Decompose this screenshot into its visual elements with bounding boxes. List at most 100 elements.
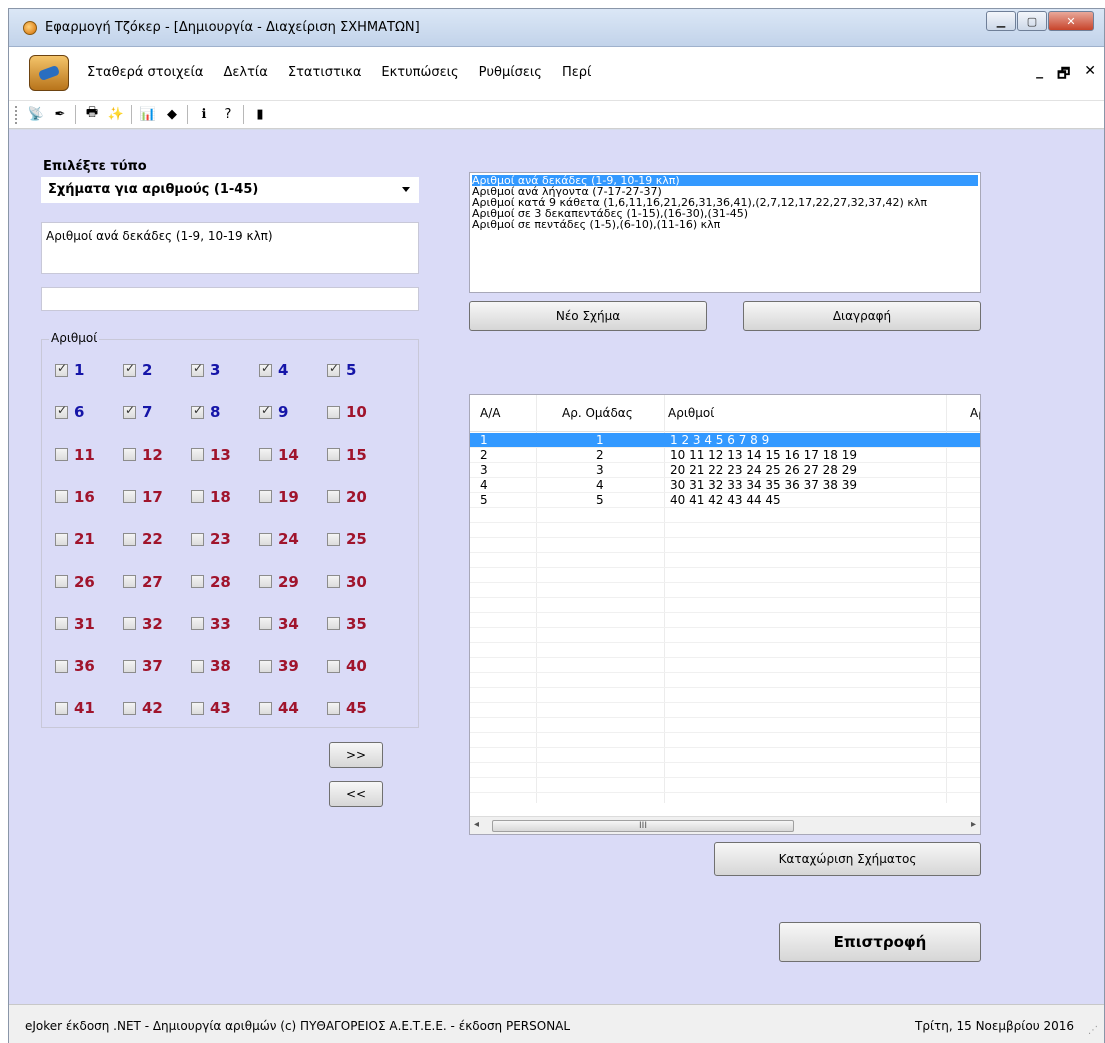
number-checkbox-25[interactable]: 25 (327, 530, 367, 548)
exit-door-icon[interactable]: ▮ (251, 105, 269, 123)
cube-icon[interactable]: ◆ (163, 105, 181, 123)
description-field[interactable]: Αριθμοί ανά δεκάδες (1-9, 10-19 κλπ) (41, 222, 419, 274)
checkbox-box[interactable] (55, 659, 68, 673)
checkbox-box[interactable] (259, 659, 272, 673)
save-shape-button[interactable]: Καταχώριση Σχήματος (714, 842, 981, 876)
table-row-empty[interactable] (470, 718, 980, 733)
table-row-empty[interactable] (470, 628, 980, 643)
checkbox-box[interactable] (191, 361, 204, 377)
number-checkbox-22[interactable]: 22 (123, 530, 163, 548)
shape-list-item[interactable]: Αριθμοί σε πεντάδες (1-5),(6-10),(11-16)… (472, 219, 978, 230)
number-checkbox-19[interactable]: 19 (259, 488, 299, 506)
column-header-extra[interactable]: Αρ (970, 406, 980, 420)
number-checkbox-43[interactable]: 43 (191, 699, 231, 717)
table-row-empty[interactable] (470, 733, 980, 748)
number-checkbox-41[interactable]: 41 (55, 699, 95, 717)
table-row[interactable]: 1 1 1 2 3 4 5 6 7 8 9 (470, 433, 980, 448)
checkbox-box[interactable] (55, 532, 68, 546)
number-checkbox-39[interactable]: 39 (259, 657, 299, 675)
checkbox-box[interactable] (191, 617, 204, 631)
number-checkbox-5[interactable]: 5 (327, 361, 356, 379)
number-checkbox-17[interactable]: 17 (123, 488, 163, 506)
table-row-empty[interactable] (470, 643, 980, 658)
checkbox-box[interactable] (191, 532, 204, 546)
number-checkbox-3[interactable]: 3 (191, 361, 220, 379)
checkbox-box[interactable] (259, 361, 272, 377)
checkbox-box[interactable] (327, 532, 340, 546)
checkbox-box[interactable] (123, 617, 136, 631)
checkbox-box[interactable] (123, 361, 136, 377)
number-checkbox-32[interactable]: 32 (123, 615, 163, 633)
scroll-right-icon[interactable]: ▸ (971, 819, 976, 830)
number-checkbox-45[interactable]: 45 (327, 699, 367, 717)
column-header-aa[interactable]: Α/Α (480, 406, 500, 420)
resize-grip-icon[interactable]: ⋰ (1088, 1025, 1098, 1036)
checkbox-box[interactable] (123, 659, 136, 673)
table-row-empty[interactable] (470, 688, 980, 703)
number-checkbox-15[interactable]: 15 (327, 446, 367, 464)
number-checkbox-23[interactable]: 23 (191, 530, 231, 548)
number-checkbox-2[interactable]: 2 (123, 361, 152, 379)
checkbox-box[interactable] (123, 403, 136, 419)
mdi-close-icon[interactable]: ✕ (1084, 63, 1096, 87)
delete-shape-button[interactable]: Διαγραφή (743, 301, 981, 331)
number-checkbox-40[interactable]: 40 (327, 657, 367, 675)
number-checkbox-21[interactable]: 21 (55, 530, 95, 548)
table-row-empty[interactable] (470, 658, 980, 673)
number-checkbox-30[interactable]: 30 (327, 573, 367, 591)
maximize-button[interactable]: ▢ (1017, 11, 1047, 31)
pen-icon[interactable]: ✒ (51, 105, 69, 123)
number-checkbox-28[interactable]: 28 (191, 573, 231, 591)
menu-item-about[interactable]: Περί (562, 65, 591, 80)
number-checkbox-37[interactable]: 37 (123, 657, 163, 675)
checkbox-box[interactable] (259, 701, 272, 715)
checkbox-box[interactable] (191, 403, 204, 419)
remove-numbers-button[interactable]: << (329, 781, 383, 807)
mdi-restore-icon[interactable]: 🗗 (1057, 63, 1070, 87)
number-checkbox-16[interactable]: 16 (55, 488, 95, 506)
horizontal-scrollbar[interactable]: ◂ III ▸ (470, 816, 980, 834)
new-shape-button[interactable]: Νέο Σχήμα (469, 301, 707, 331)
chart-icon[interactable]: 📊 (139, 105, 157, 123)
checkbox-box[interactable] (123, 532, 136, 546)
number-checkbox-42[interactable]: 42 (123, 699, 163, 717)
table-row[interactable]: 4 4 30 31 32 33 34 35 36 37 38 39 (470, 478, 980, 493)
checkbox-box[interactable] (259, 490, 272, 504)
number-checkbox-7[interactable]: 7 (123, 403, 152, 421)
checkbox-box[interactable] (123, 490, 136, 504)
groups-grid[interactable]: Α/Α Αρ. Ομάδας Αριθμοί Αρ 1 1 1 2 3 4 5 6 … (469, 394, 981, 835)
checkbox-box[interactable] (55, 448, 68, 462)
number-checkbox-24[interactable]: 24 (259, 530, 299, 548)
table-row-empty[interactable] (470, 523, 980, 538)
checkbox-box[interactable] (191, 701, 204, 715)
chevron-down-icon[interactable] (402, 187, 410, 192)
number-checkbox-29[interactable]: 29 (259, 573, 299, 591)
table-row-empty[interactable] (470, 583, 980, 598)
table-row-empty[interactable] (470, 778, 980, 793)
table-row-empty[interactable] (470, 613, 980, 628)
checkbox-box[interactable] (259, 575, 272, 588)
column-header-numbers[interactable]: Αριθμοί (668, 406, 714, 420)
menu-item-statistics[interactable]: Στατιστικα (288, 65, 362, 80)
name-field[interactable] (41, 287, 419, 311)
minimize-button[interactable]: ▁ (986, 11, 1016, 31)
checkbox-box[interactable] (55, 701, 68, 715)
shapes-list[interactable]: Αριθμοί ανά δεκάδες (1-9, 10-19 κλπ) Αριθ… (469, 172, 981, 293)
checkbox-box[interactable] (123, 701, 136, 715)
back-button[interactable]: Επιστροφή (779, 922, 981, 962)
menu-item-fixed-data[interactable]: Σταθερά στοιχεία (87, 65, 203, 80)
close-button[interactable]: ✕ (1048, 11, 1094, 31)
number-checkbox-35[interactable]: 35 (327, 615, 367, 633)
menu-item-settings[interactable]: Ρυθμίσεις (479, 65, 542, 80)
checkbox-box[interactable] (55, 403, 68, 419)
checkbox-box[interactable] (55, 575, 68, 588)
table-row-empty[interactable] (470, 553, 980, 568)
number-checkbox-10[interactable]: 10 (327, 403, 367, 421)
number-checkbox-12[interactable]: 12 (123, 446, 163, 464)
number-checkbox-9[interactable]: 9 (259, 403, 288, 421)
satellite-icon[interactable]: 📡 (27, 105, 45, 123)
help-icon[interactable]: ? (219, 105, 237, 123)
checkbox-box[interactable] (55, 617, 68, 631)
number-checkbox-38[interactable]: 38 (191, 657, 231, 675)
checkbox-box[interactable] (191, 490, 204, 504)
